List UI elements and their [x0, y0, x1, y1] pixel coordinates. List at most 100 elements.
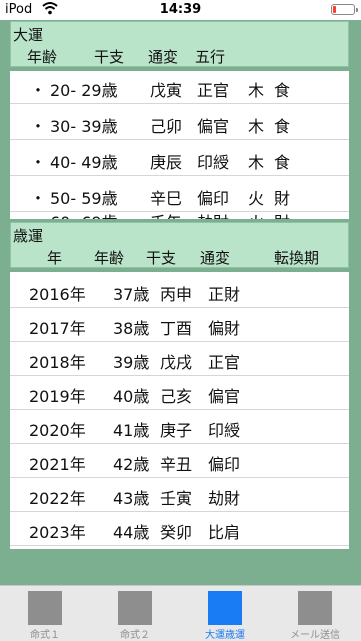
row-gogyo: 火: [248, 209, 264, 219]
saiun-row[interactable]: 2016年 37歳 丙申 正財: [10, 275, 349, 308]
daiun-list[interactable]: ・ 20- 29歳 戊寅 正官 木 食 ・ 30- 39歳 己卯 偏官 木 食 …: [10, 71, 349, 219]
row-tsuhen: 偏官: [197, 117, 230, 136]
row-tsuhen: 印綬: [208, 421, 241, 440]
tab-label: 命式１: [30, 630, 60, 641]
tab-square-icon: [28, 591, 62, 625]
daiun-row[interactable]: ・ 60- 69歳 壬午 劫財 火 財: [10, 213, 349, 219]
row-kanshi: 辛巳: [150, 189, 183, 208]
daiun-header: 大運 年齢 干支 通変 五行: [10, 21, 349, 67]
row-kanshi: 己亥: [160, 387, 193, 406]
row-extra: 食: [274, 117, 291, 136]
saiun-list[interactable]: 2016年 37歳 丙申 正財 2017年 38歳 丁酉 偏財 2018年 39…: [10, 272, 349, 549]
daiun-col-gogyo: 五行: [195, 48, 226, 66]
row-year: 2016年: [29, 285, 86, 304]
row-kanshi: 庚子: [160, 421, 193, 440]
row-age: 37歳: [113, 285, 150, 304]
tab-mail[interactable]: メール送信: [270, 586, 360, 641]
daiun-col-age: 年齢: [27, 48, 58, 66]
daiun-row[interactable]: ・ 50- 59歳 辛巳 偏印 火 財: [10, 179, 349, 212]
row-gogyo: 火: [248, 189, 265, 208]
row-extra: 財: [274, 189, 291, 208]
daiun-row[interactable]: ・ 40- 49歳 庚辰 印綬 木 食: [10, 143, 349, 176]
row-kanshi: 己卯: [150, 117, 183, 136]
row-kanshi: 丁酉: [160, 319, 193, 338]
row-age: 30- 39歳: [50, 117, 118, 136]
saiun-row[interactable]: 2019年 40歳 己亥 偏官: [10, 377, 349, 410]
row-age: 40歳: [113, 387, 150, 406]
row-age: 43歳: [113, 489, 150, 508]
saiun-col-tsuhen: 通変: [200, 249, 231, 267]
row-gogyo: 木: [248, 81, 265, 100]
row-bullet: ・: [30, 209, 46, 219]
row-tsuhen: 印綬: [197, 153, 230, 172]
saiun-row[interactable]: 2020年 41歳 庚子 印綬: [10, 411, 349, 444]
tab-label: 大運歳運: [205, 630, 245, 641]
row-age: 42歳: [113, 455, 150, 474]
row-extra: 食: [274, 153, 291, 172]
row-tsuhen: 劫財: [208, 489, 241, 508]
row-extra: 食: [274, 81, 291, 100]
row-tsuhen: 正財: [208, 285, 241, 304]
row-age: 38歳: [113, 319, 150, 338]
row-kanshi: 丙申: [160, 285, 193, 304]
saiun-row[interactable]: 2017年 38歳 丁酉 偏財: [10, 309, 349, 342]
tab-meishiki-2[interactable]: 命式２: [90, 586, 180, 641]
row-extra: 財: [274, 209, 290, 219]
saiun-row[interactable]: 2021年 42歳 辛丑 偏印: [10, 445, 349, 478]
clock: 14:39: [159, 2, 202, 17]
row-bullet: ・: [30, 117, 47, 136]
saiun-col-age: 年齢: [94, 249, 125, 267]
battery-icon: [331, 4, 358, 15]
row-age: 50- 59歳: [50, 189, 118, 208]
saiun-title: 歳運: [13, 227, 44, 245]
row-age: 20- 29歳: [50, 81, 118, 100]
daiun-row[interactable]: ・ 20- 29歳 戊寅 正官 木 食: [10, 71, 349, 104]
row-year: 2021年: [29, 455, 86, 474]
daiun-col-kanshi: 干支: [94, 48, 125, 66]
row-age: 44歳: [113, 523, 150, 542]
status-bar: iPod 14:39: [0, 0, 361, 20]
tab-square-icon: [298, 591, 332, 625]
row-tsuhen: 偏官: [208, 387, 241, 406]
row-gogyo: 木: [248, 117, 265, 136]
row-year: 2019年: [29, 387, 86, 406]
row-gogyo: 木: [248, 153, 265, 172]
row-year: 2023年: [29, 523, 86, 542]
row-kanshi: 庚辰: [150, 153, 183, 172]
tab-meishiki-1[interactable]: 命式１: [0, 586, 90, 641]
tab-square-icon: [118, 591, 152, 625]
row-kanshi: 戊寅: [150, 81, 183, 100]
row-tsuhen: 偏印: [208, 455, 241, 474]
saiun-row[interactable]: 2022年 43歳 壬寅 劫財: [10, 479, 349, 512]
saiun-header: 歳運 年 年齢 干支 通変 転換期: [10, 222, 349, 268]
daiun-row[interactable]: ・ 30- 39歳 己卯 偏官 木 食: [10, 107, 349, 140]
row-tsuhen: 偏印: [197, 189, 230, 208]
saiun-row[interactable]: 2023年 44歳 癸卯 比肩: [10, 513, 349, 546]
saiun-col-year: 年: [47, 249, 63, 267]
tab-label: メール送信: [290, 630, 340, 641]
saiun-col-tenkanki: 転換期: [274, 249, 320, 267]
row-tsuhen: 劫財: [197, 209, 229, 219]
row-kanshi: 癸卯: [160, 523, 193, 542]
tab-label: 命式２: [120, 630, 150, 641]
tab-square-icon: [208, 591, 242, 625]
row-age: 41歳: [113, 421, 150, 440]
row-year: 2017年: [29, 319, 86, 338]
daiun-title: 大運: [13, 26, 44, 44]
row-bullet: ・: [30, 153, 47, 172]
row-kanshi: 辛丑: [160, 455, 193, 474]
saiun-row[interactable]: 2018年 39歳 戊戌 正官: [10, 343, 349, 376]
row-bullet: ・: [30, 81, 47, 100]
row-tsuhen: 正官: [197, 81, 230, 100]
tab-bar: 命式１ 命式２ 大運歳運 メール送信: [0, 585, 361, 641]
saiun-col-kanshi: 干支: [146, 249, 177, 267]
tab-daiun-saiun[interactable]: 大運歳運: [180, 586, 270, 641]
daiun-col-tsuhen: 通変: [148, 48, 179, 66]
row-year: 2020年: [29, 421, 86, 440]
row-age: 39歳: [113, 353, 150, 372]
row-tsuhen: 偏財: [208, 319, 241, 338]
row-kanshi: 壬寅: [160, 489, 193, 508]
row-bullet: ・: [30, 189, 47, 208]
row-year: 2018年: [29, 353, 86, 372]
row-tsuhen: 正官: [208, 353, 241, 372]
